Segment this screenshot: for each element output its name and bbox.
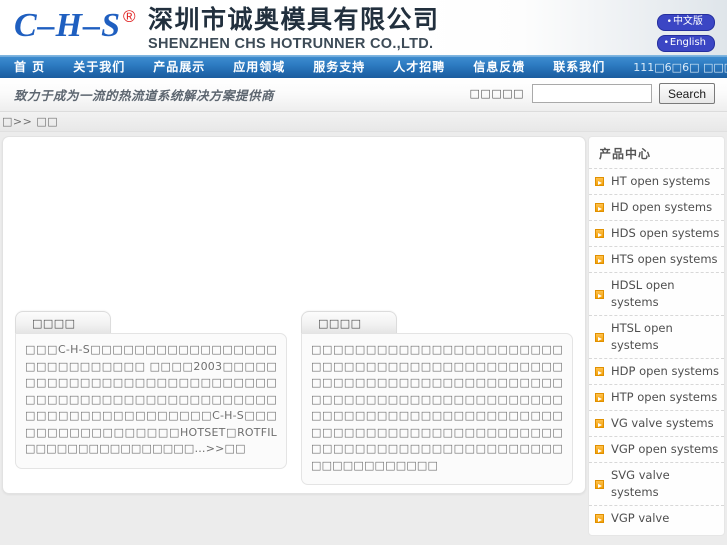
search-form: □□□□□ Search: [470, 83, 715, 104]
sidebar-item-label: HDS open systems: [611, 226, 720, 240]
bullet-icon: •: [663, 38, 669, 48]
search-button[interactable]: Search: [659, 83, 715, 104]
sidebar-item-label: HDP open systems: [611, 364, 720, 378]
nav-item-contact-us[interactable]: 联系我们: [539, 56, 619, 78]
sidebar-item-label: SVG valve systems: [611, 468, 670, 499]
sidebar-title: 产品中心: [599, 147, 652, 161]
nav-item-home[interactable]: 首 页: [0, 56, 59, 78]
arrow-bullet-icon: [595, 445, 604, 454]
company-news-panel: □□□□ □□□□□□□□□□□□□□□□□□□□□□□□□□□□□□□□□□□…: [301, 311, 573, 485]
sidebar-item-label: VGP open systems: [611, 442, 719, 456]
main-navigation: 首 页 关于我们 产品展示 应用领域 服务支持 人才招聘 信息反馈 联系我们 1…: [0, 55, 727, 78]
nav-item-careers[interactable]: 人才招聘: [379, 56, 459, 78]
sidebar-item[interactable]: HDS open systems: [589, 220, 724, 246]
sidebar-item[interactable]: HDP open systems: [589, 358, 724, 384]
breadcrumb[interactable]: □>> □□: [2, 115, 58, 128]
sidebar-item[interactable]: VGP valve: [589, 505, 724, 531]
sidebar-item-label: HDSL open systems: [611, 278, 675, 309]
product-sidebar: 产品中心 HT open systems HD open systems HDS o…: [588, 136, 725, 536]
content-column: □□□□ □□□C-H-S□□□□□□□□□□□□□□□□□□□□□□□□□□□…: [2, 136, 586, 536]
company-news-body: □□□□□□□□□□□□□□□□□□□□□□□□□□□□□□□□□□□□□□□□…: [301, 333, 573, 485]
company-profile-tab-label: □□□□: [32, 316, 76, 330]
sidebar-item-label: HTS open systems: [611, 252, 718, 266]
company-profile-body: □□□C-H-S□□□□□□□□□□□□□□□□□□□□□□□□□□□□ □□□…: [15, 333, 287, 469]
main-content-panel: □□□□ □□□C-H-S□□□□□□□□□□□□□□□□□□□□□□□□□□□…: [2, 136, 586, 494]
company-profile-panel: □□□□ □□□C-H-S□□□□□□□□□□□□□□□□□□□□□□□□□□□…: [15, 311, 287, 485]
site-logo[interactable]: C–H–S ®: [14, 6, 136, 46]
tagline-search-bar: 致力于成为一流的热流道系统解决方案提供商 □□□□□ Search: [0, 78, 727, 112]
company-name-english: SHENZHEN CHS HOTRUNNER CO.,LTD.: [148, 36, 434, 52]
site-tagline: 致力于成为一流的热流道系统解决方案提供商: [14, 88, 275, 103]
company-profile-text: □□□C-H-S□□□□□□□□□□□□□□□□□□□□□□□□□□□□ □□□…: [25, 343, 277, 455]
arrow-bullet-icon: [595, 332, 604, 342]
page-body: □□□□ □□□C-H-S□□□□□□□□□□□□□□□□□□□□□□□□□□□…: [0, 132, 727, 536]
company-news-tab[interactable]: □□□□: [301, 311, 397, 334]
language-button-chinese-label: 中文版: [672, 16, 703, 27]
nav-item-applications[interactable]: 应用领域: [219, 56, 299, 78]
sidebar-item-label: HT open systems: [611, 174, 711, 188]
arrow-bullet-icon: [595, 419, 604, 428]
nav-item-about-us[interactable]: 关于我们: [59, 56, 139, 78]
company-news-tab-label: □□□□: [318, 316, 362, 330]
search-label: □□□□□: [469, 87, 524, 100]
sidebar-item-label: HD open systems: [611, 200, 713, 214]
sidebar-item[interactable]: VG valve systems: [589, 410, 724, 436]
sidebar-item[interactable]: VGP open systems: [589, 436, 724, 462]
language-button-english[interactable]: •English: [656, 35, 715, 52]
sidebar-item-label: VG valve systems: [611, 416, 714, 430]
sidebar-item[interactable]: HTS open systems: [589, 246, 724, 272]
arrow-bullet-icon: [595, 177, 604, 186]
company-news-text: □□□□□□□□□□□□□□□□□□□□□□□□□□□□□□□□□□□□□□□□…: [311, 343, 563, 472]
arrow-bullet-icon: [595, 514, 604, 523]
language-button-chinese[interactable]: •中文版: [656, 14, 715, 31]
company-name-chinese: 深圳市诚奥模具有限公司: [148, 5, 440, 34]
current-date: 111□6□6□ □□□: [633, 60, 727, 74]
arrow-bullet-icon: [595, 255, 604, 264]
sidebar-item[interactable]: HDSL open systems: [589, 272, 724, 315]
arrow-bullet-icon: [595, 289, 604, 299]
sidebar-item-label: HTP open systems: [611, 390, 718, 404]
company-profile-tab[interactable]: □□□□: [15, 311, 111, 334]
page-root: C–H–S ® 深圳市诚奥模具有限公司 SHENZHEN CHS HOTRUNN…: [0, 0, 727, 545]
registered-trademark-icon: ®: [123, 7, 136, 26]
sidebar-item[interactable]: SVG valve systems: [589, 462, 724, 505]
arrow-bullet-icon: [595, 203, 604, 212]
nav-item-feedback[interactable]: 信息反馈: [459, 56, 539, 78]
logo-text: C–H–S: [14, 7, 122, 44]
sidebar-item[interactable]: HTSL open systems: [589, 315, 724, 358]
sidebar-item[interactable]: HTP open systems: [589, 384, 724, 410]
sidebar-item[interactable]: HD open systems: [589, 194, 724, 220]
sidebar-item-label: HTSL open systems: [611, 321, 673, 352]
company-name-block: 深圳市诚奥模具有限公司 SHENZHEN CHS HOTRUNNER CO.,L…: [148, 5, 440, 53]
sidebar-item-label: VGP valve: [611, 511, 670, 525]
breadcrumb-bar: □>> □□: [0, 112, 727, 132]
arrow-bullet-icon: [595, 393, 604, 402]
site-header: C–H–S ® 深圳市诚奥模具有限公司 SHENZHEN CHS HOTRUNN…: [0, 0, 727, 55]
arrow-bullet-icon: [595, 229, 604, 238]
nav-item-service-support[interactable]: 服务支持: [299, 56, 379, 78]
bullet-icon: •: [666, 17, 672, 27]
sidebar-item-list: HT open systems HD open systems HDS open s…: [589, 168, 724, 531]
nav-item-products[interactable]: 产品展示: [139, 56, 219, 78]
search-input[interactable]: [532, 84, 652, 103]
language-switcher: •中文版 •English: [656, 14, 715, 55]
language-button-english-label: English: [669, 37, 706, 48]
arrow-bullet-icon: [595, 479, 604, 489]
info-panels-row: □□□□ □□□C-H-S□□□□□□□□□□□□□□□□□□□□□□□□□□□…: [3, 311, 585, 485]
arrow-bullet-icon: [595, 367, 604, 376]
sidebar-item[interactable]: HT open systems: [589, 168, 724, 194]
